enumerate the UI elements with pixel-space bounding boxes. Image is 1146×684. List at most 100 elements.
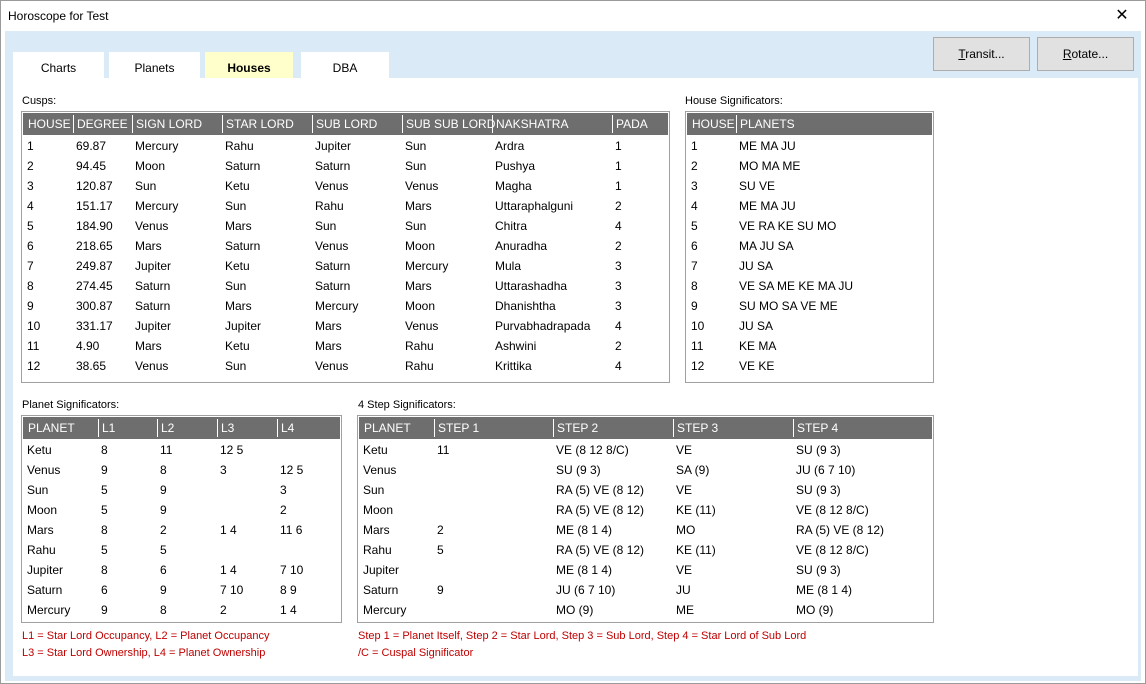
rotate-button[interactable]: Rotate... — [1037, 37, 1134, 71]
column-header[interactable]: L1 — [102, 421, 115, 435]
step-significators-table[interactable]: PLANET STEP 1 STEP 2 STEP 3 STEP 4 Ketu 11 VE (… — [357, 415, 934, 623]
table-row[interactable]: 5 VE RA KE SU MO — [687, 216, 932, 236]
table-row[interactable]: Saturn 9 JU (6 7 10) JU ME (8 1 4) — [359, 580, 932, 600]
column-separator[interactable] — [434, 419, 435, 437]
table-cell: Jupiter — [225, 319, 262, 333]
table-row[interactable]: 12 38.65 Venus Sun Venus Rahu Krittika 4 — [23, 356, 668, 376]
table-row[interactable]: Saturn 6 9 7 10 8 9 — [23, 580, 340, 600]
column-header[interactable]: STAR LORD — [226, 117, 294, 131]
column-separator[interactable] — [492, 115, 493, 133]
table-cell: 120.87 — [76, 179, 113, 193]
table-row[interactable]: 1 ME MA JU — [687, 136, 932, 156]
column-header[interactable]: L2 — [161, 421, 174, 435]
table-row[interactable]: 3 120.87 Sun Ketu Venus Venus Magha 1 — [23, 176, 668, 196]
house-significators-table[interactable]: HOUSE PLANETS 1 ME MA JU 2 MO MA ME 3 SU VE 4 ME … — [685, 111, 934, 383]
table-row[interactable]: Mars 2 ME (8 1 4) MO RA (5) VE (8 12) — [359, 520, 932, 540]
table-row[interactable]: Jupiter ME (8 1 4) VE SU (9 3) — [359, 560, 932, 580]
table-row[interactable]: Mercury MO (9) ME MO (9) — [359, 600, 932, 620]
table-row[interactable]: 3 SU VE — [687, 176, 932, 196]
column-separator[interactable] — [277, 419, 278, 437]
table-cell: 7 10 — [280, 563, 304, 577]
table-row[interactable]: 2 94.45 Moon Saturn Saturn Sun Pushya 1 — [23, 156, 668, 176]
column-header[interactable]: STEP 2 — [557, 421, 598, 435]
table-row[interactable]: Rahu 5 RA (5) VE (8 12) KE (11) VE (8 12 8/C… — [359, 540, 932, 560]
table-cell: 218.65 — [76, 239, 113, 253]
table-row[interactable]: 12 VE KE — [687, 356, 932, 376]
table-row[interactable]: 6 MA JU SA — [687, 236, 932, 256]
table-row[interactable]: 9 SU MO SA VE ME — [687, 296, 932, 316]
table-cell: 274.45 — [76, 279, 113, 293]
column-separator[interactable] — [98, 419, 99, 437]
column-header[interactable]: DEGREE — [77, 117, 128, 131]
column-header[interactable]: HOUSE — [692, 117, 735, 131]
table-row[interactable]: Venus SU (9 3) SA (9) JU (6 7 10) — [359, 460, 932, 480]
column-header[interactable]: SUB SUB LORD — [406, 117, 495, 131]
column-header[interactable]: STEP 3 — [677, 421, 718, 435]
table-row[interactable]: 5 184.90 Venus Mars Sun Sun Chitra 4 — [23, 216, 668, 236]
column-separator[interactable] — [157, 419, 158, 437]
column-separator[interactable] — [793, 419, 794, 437]
table-cell: 4 — [615, 319, 622, 333]
table-row[interactable]: Moon 5 9 2 — [23, 500, 340, 520]
table-row[interactable]: 8 VE SA ME KE MA JU — [687, 276, 932, 296]
column-header[interactable]: NAKSHATRA — [496, 117, 568, 131]
table-row[interactable]: 4 ME MA JU — [687, 196, 932, 216]
table-row[interactable]: 7 249.87 Jupiter Ketu Saturn Mercury Mula 3 — [23, 256, 668, 276]
table-row[interactable]: 1 69.87 Mercury Rahu Jupiter Sun Ardra 1 — [23, 136, 668, 156]
planet-significators-table[interactable]: PLANET L1 L2 L3 L4 Ketu 8 11 12 5 Venus 9 8 3 12 5 Sun… — [21, 415, 342, 623]
column-header[interactable]: PADA — [616, 117, 648, 131]
table-row[interactable]: 10 JU SA — [687, 316, 932, 336]
table-cell: ME MA JU — [739, 139, 796, 153]
transit-button[interactable]: Transit... — [933, 37, 1030, 71]
table-row[interactable]: Jupiter 8 6 1 4 7 10 — [23, 560, 340, 580]
column-header[interactable]: STEP 1 — [438, 421, 479, 435]
table-row[interactable]: 7 JU SA — [687, 256, 932, 276]
column-header[interactable]: SUB LORD — [316, 117, 377, 131]
table-row[interactable]: 4 151.17 Mercury Sun Rahu Mars Uttaraphalguni 2 — [23, 196, 668, 216]
column-header[interactable]: PLANETS — [740, 117, 795, 131]
table-row[interactable]: Venus 9 8 3 12 5 — [23, 460, 340, 480]
table-row[interactable]: Rahu 5 5 — [23, 540, 340, 560]
column-header[interactable]: STEP 4 — [797, 421, 838, 435]
table-row[interactable]: Mercury 9 8 2 1 4 — [23, 600, 340, 620]
table-row[interactable]: Ketu 8 11 12 5 — [23, 440, 340, 460]
table-row[interactable]: Mars 8 2 1 4 11 6 — [23, 520, 340, 540]
table-row[interactable]: 11 KE MA — [687, 336, 932, 356]
column-separator[interactable] — [217, 419, 218, 437]
column-separator[interactable] — [402, 115, 403, 133]
table-cell: Saturn — [363, 583, 399, 597]
column-separator[interactable] — [553, 419, 554, 437]
table-cell: 8 — [27, 279, 34, 293]
column-header[interactable]: L4 — [281, 421, 294, 435]
table-cell: Venus — [315, 359, 349, 373]
table-row[interactable]: Moon RA (5) VE (8 12) KE (11) VE (8 12 8/C) — [359, 500, 932, 520]
table-row[interactable]: Sun 5 9 3 — [23, 480, 340, 500]
table-row[interactable]: Sun RA (5) VE (8 12) VE SU (9 3) — [359, 480, 932, 500]
table-cell: 331.17 — [76, 319, 113, 333]
table-row[interactable]: 10 331.17 Jupiter Jupiter Mars Venus Purvabhad… — [23, 316, 668, 336]
column-separator[interactable] — [612, 115, 613, 133]
table-row[interactable]: 8 274.45 Saturn Sun Saturn Mars Uttarashadha 3 — [23, 276, 668, 296]
column-separator[interactable] — [132, 115, 133, 133]
table-row[interactable]: 2 MO MA ME — [687, 156, 932, 176]
column-header[interactable]: PLANET — [28, 421, 75, 435]
table-row[interactable]: 11 4.90 Mars Ketu Mars Rahu Ashwini 2 — [23, 336, 668, 356]
column-header[interactable]: PLANET — [364, 421, 411, 435]
column-header[interactable]: L3 — [221, 421, 234, 435]
column-separator[interactable] — [222, 115, 223, 133]
table-cell: Moon — [405, 239, 436, 253]
column-separator[interactable] — [736, 115, 737, 133]
step-legend-line-1: Step 1 = Planet Itself, Step 2 = Star Lo… — [358, 630, 807, 642]
table-row[interactable]: 6 218.65 Mars Saturn Venus Moon Anuradha 2 — [23, 236, 668, 256]
close-icon[interactable]: ✕ — [1099, 1, 1145, 31]
table-row[interactable]: Ketu 11 VE (8 12 8/C) VE SU (9 3) — [359, 440, 932, 460]
column-separator[interactable] — [73, 115, 74, 133]
column-separator[interactable] — [312, 115, 313, 133]
column-header[interactable]: HOUSE — [28, 117, 71, 131]
table-cell: Ketu — [27, 443, 52, 457]
column-header[interactable]: SIGN LORD — [136, 117, 202, 131]
cusps-table[interactable]: HOUSE DEGREE SIGN LORD STAR LORD SUB LORD SUB… — [21, 111, 670, 383]
table-row[interactable]: 9 300.87 Saturn Mars Mercury Moon Dhanishtha 3 — [23, 296, 668, 316]
column-separator[interactable] — [673, 419, 674, 437]
table-cell: Moon — [405, 299, 436, 313]
